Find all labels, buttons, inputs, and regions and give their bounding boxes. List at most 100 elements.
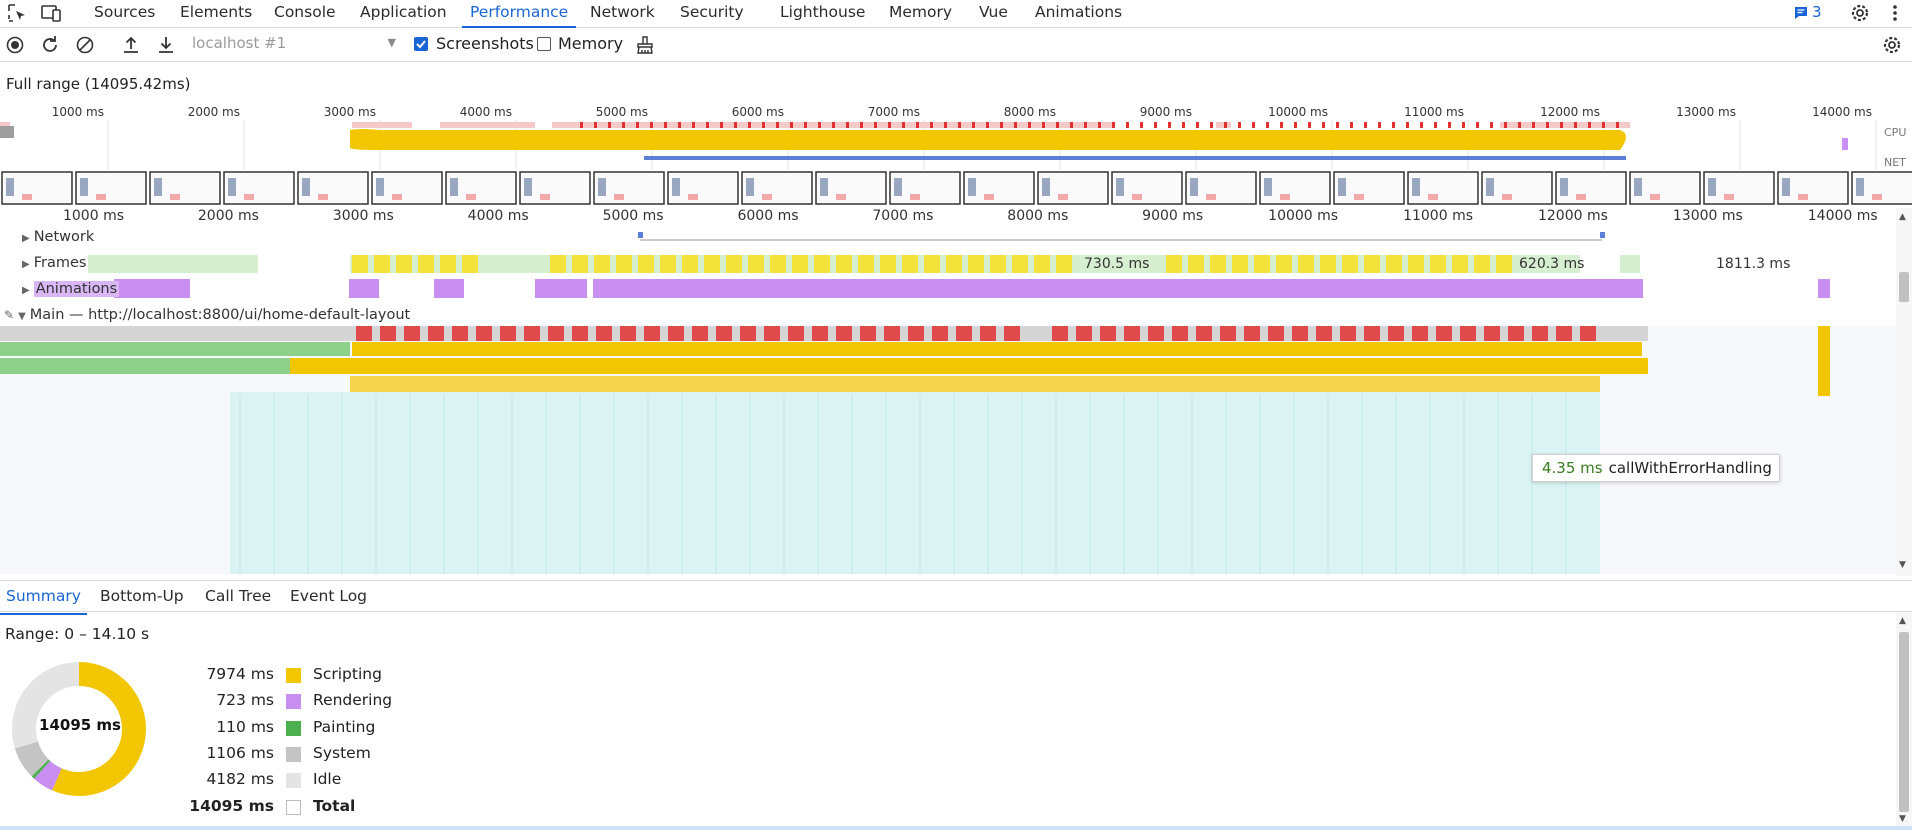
overview-long-task-marker bbox=[636, 122, 639, 128]
overview-long-task-marker bbox=[1182, 122, 1185, 128]
summary-value: 723 ms bbox=[216, 691, 274, 709]
summary-scrollbar[interactable]: ▲ ▼ bbox=[1896, 612, 1912, 830]
tab-performance[interactable]: Performance bbox=[461, 1, 577, 28]
long-task-block bbox=[812, 326, 828, 341]
overview-long-task-marker bbox=[1560, 122, 1563, 128]
flame-chart[interactable] bbox=[0, 228, 1896, 574]
overview-long-task-marker bbox=[1042, 122, 1045, 128]
overview-long-task-marker bbox=[860, 122, 863, 128]
frame-block-partial bbox=[968, 255, 984, 273]
screenshot-thumbnail bbox=[836, 194, 846, 200]
overview-tick-label: 8000 ms bbox=[1003, 105, 1056, 119]
long-task-block bbox=[884, 326, 900, 341]
memory-checkbox[interactable] bbox=[537, 37, 551, 51]
capture-settings-gear-icon[interactable] bbox=[1881, 34, 1903, 56]
tab-bottom-up[interactable]: Bottom-Up bbox=[100, 587, 184, 605]
overview-long-task-marker bbox=[692, 122, 695, 128]
tab-network[interactable]: Network bbox=[590, 1, 655, 28]
screenshot-thumbnail bbox=[170, 194, 180, 200]
tab-console[interactable]: Console bbox=[274, 1, 336, 28]
frame-block-partial bbox=[748, 255, 764, 273]
flame-chart-scrollbar[interactable]: ▲ ▼ bbox=[1896, 208, 1912, 576]
long-task-block bbox=[1388, 326, 1404, 341]
issues-count[interactable]: 3 bbox=[1812, 3, 1822, 21]
tab-sources[interactable]: Sources bbox=[94, 1, 155, 28]
tab-security[interactable]: Security bbox=[680, 1, 744, 28]
overview-long-task-marker bbox=[1546, 122, 1549, 128]
expand-arrow-icon: ▶ bbox=[22, 259, 30, 270]
summary-swatch bbox=[286, 773, 301, 788]
track-animations[interactable]: ▶ Animations bbox=[22, 281, 120, 297]
upload-profile-icon[interactable] bbox=[120, 34, 142, 56]
frame-block-partial bbox=[550, 255, 566, 273]
long-task-block bbox=[1172, 326, 1188, 341]
frame-block-partial bbox=[990, 255, 1006, 273]
scrollbar-thumb[interactable] bbox=[1899, 632, 1909, 812]
long-task-block bbox=[716, 326, 732, 341]
record-icon[interactable] bbox=[4, 34, 26, 56]
screenshot-thumbnail bbox=[318, 194, 328, 200]
overview-long-task-marker bbox=[594, 122, 597, 128]
track-frames[interactable]: ▶ Frames bbox=[22, 255, 86, 271]
overview-long-task-marker bbox=[1336, 122, 1339, 128]
scrollbar-thumb[interactable] bbox=[1899, 272, 1909, 302]
overview-long-task-marker bbox=[874, 122, 877, 128]
frame-block-partial bbox=[352, 255, 368, 273]
tab-application[interactable]: Application bbox=[360, 1, 447, 28]
screenshots-checkbox[interactable] bbox=[414, 37, 428, 51]
frame-block-partial bbox=[1056, 255, 1072, 273]
overview-long-task-marker bbox=[916, 122, 919, 128]
frame-block-partial bbox=[638, 255, 654, 273]
reload-record-icon[interactable] bbox=[39, 34, 61, 56]
tab-call-tree[interactable]: Call Tree bbox=[205, 587, 271, 605]
collect-garbage-icon[interactable] bbox=[634, 34, 656, 56]
device-toolbar-icon[interactable] bbox=[40, 2, 62, 24]
long-task-block bbox=[1556, 326, 1572, 341]
screenshot-thumbnail bbox=[96, 194, 106, 200]
settings-gear-icon[interactable] bbox=[1849, 2, 1871, 24]
screenshot-thumbnail bbox=[80, 178, 88, 196]
tab-elements[interactable]: Elements bbox=[180, 1, 252, 28]
download-profile-icon[interactable] bbox=[155, 34, 177, 56]
track-network[interactable]: ▶ Network bbox=[22, 229, 94, 245]
inspect-element-icon[interactable] bbox=[6, 2, 28, 24]
tab-vue[interactable]: Vue bbox=[979, 1, 1008, 28]
tab-lighthouse[interactable]: Lighthouse bbox=[780, 1, 865, 28]
tab-memory[interactable]: Memory bbox=[889, 1, 952, 28]
overview-long-task-marker bbox=[846, 122, 849, 128]
animation-block bbox=[1818, 279, 1830, 298]
timeline-overview[interactable] bbox=[0, 120, 1912, 206]
overview-long-task-marker bbox=[1154, 122, 1157, 128]
overview-long-task-marker bbox=[1280, 122, 1283, 128]
screenshot-thumbnail bbox=[1650, 194, 1660, 200]
long-task-block bbox=[1580, 326, 1596, 341]
issues-message-icon[interactable] bbox=[1794, 6, 1808, 20]
overview-long-task-marker bbox=[790, 122, 793, 128]
tab-summary[interactable]: Summary bbox=[0, 587, 87, 615]
overview-tick-label: 3000 ms bbox=[323, 105, 376, 119]
overview-tick-label: 4000 ms bbox=[459, 105, 512, 119]
screenshot-thumbnail bbox=[820, 178, 828, 196]
tab-event-log[interactable]: Event Log bbox=[290, 587, 367, 605]
frame-block-partial bbox=[374, 255, 390, 273]
track-main[interactable]: ✎ ▼ Main — http://localhost:8800/ui/home-d… bbox=[4, 307, 410, 323]
details-tab-bar: Summary Bottom-Up Call Tree Event Log bbox=[0, 580, 1912, 615]
scroll-down-arrow-icon[interactable]: ▼ bbox=[1899, 814, 1906, 824]
screenshot-thumbnail bbox=[968, 178, 976, 196]
scroll-up-arrow-icon[interactable]: ▲ bbox=[1899, 616, 1906, 626]
overview-long-task-marker bbox=[1476, 122, 1479, 128]
tab-animations[interactable]: Animations bbox=[1035, 1, 1122, 28]
frame-block-partial bbox=[1276, 255, 1292, 273]
scroll-down-arrow-icon[interactable]: ▼ bbox=[1899, 560, 1906, 570]
clear-icon[interactable] bbox=[74, 34, 96, 56]
screenshot-thumbnail bbox=[376, 178, 384, 196]
overview-network-bar bbox=[644, 156, 1626, 160]
target-select[interactable]: localhost #1 ▼ bbox=[192, 34, 398, 56]
frame-block-partial bbox=[1034, 255, 1050, 273]
screenshot-thumbnail bbox=[984, 194, 994, 200]
scroll-up-arrow-icon[interactable]: ▲ bbox=[1899, 212, 1906, 222]
more-options-icon[interactable] bbox=[1884, 2, 1906, 24]
long-task-block bbox=[740, 326, 756, 341]
overview-long-task-marker bbox=[1308, 122, 1311, 128]
long-task-block bbox=[860, 326, 876, 341]
